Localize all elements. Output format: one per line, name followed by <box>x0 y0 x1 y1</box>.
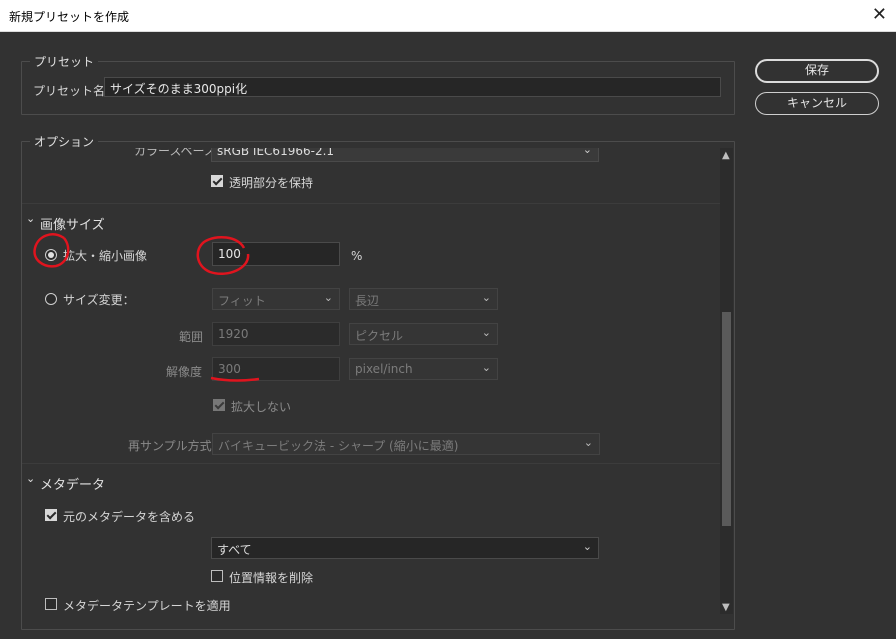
chevron-down-icon: ⌄ <box>582 540 592 553</box>
include-metadata-label: 元のメタデータを含める <box>63 510 196 524</box>
color-space-value: sRGB IEC61966-2.1 <box>217 148 335 158</box>
dont-enlarge-checkbox[interactable] <box>213 399 225 411</box>
scale-image-radio[interactable] <box>45 249 57 261</box>
range-unit-value: ピクセル <box>355 329 404 343</box>
range-unit-select[interactable]: ピクセル ⌄ <box>349 323 498 345</box>
chevron-down-icon: ⌄ <box>582 148 592 156</box>
options-scroll-area: カラースペース sRGB IEC61966-2.1 ⌄ 透明部分を保持 ⌄ 画像… <box>22 148 720 614</box>
image-size-collapse-icon[interactable]: ⌄ <box>26 212 35 225</box>
fit-select[interactable]: フィット ⌄ <box>212 288 340 310</box>
image-size-heading: 画像サイズ <box>40 218 105 233</box>
scroll-up-icon[interactable]: ▲ <box>722 150 730 161</box>
include-metadata-checkbox[interactable] <box>45 509 57 521</box>
resample-label: 再サンプル方式 <box>128 439 212 453</box>
preserve-transparency-checkbox[interactable] <box>211 175 223 187</box>
resolution-unit-value: pixel/inch <box>355 362 413 376</box>
apply-template-label: メタデータテンプレートを適用 <box>63 599 231 613</box>
remove-location-label: 位置情報を削除 <box>229 571 314 585</box>
scale-image-label: 拡大・縮小画像 <box>63 249 148 263</box>
scale-percent-input[interactable]: 100 <box>212 242 340 266</box>
preserve-transparency-label: 透明部分を保持 <box>229 176 314 190</box>
metadata-collapse-icon[interactable]: ⌄ <box>26 472 35 485</box>
preset-legend: プリセット <box>34 55 95 69</box>
chevron-down-icon: ⌄ <box>583 436 593 449</box>
scroll-down-icon[interactable]: ▼ <box>722 602 730 613</box>
scale-unit-label: % <box>351 249 363 263</box>
color-space-select[interactable]: sRGB IEC61966-2.1 ⌄ <box>211 148 599 162</box>
remove-location-checkbox[interactable] <box>211 570 223 582</box>
chevron-down-icon: ⌄ <box>481 291 491 304</box>
resample-select-value: バイキュービック法 - シャープ (縮小に最適) <box>218 439 459 453</box>
title-bar: 新規プリセットを作成 ✕ <box>0 0 896 32</box>
edge-select[interactable]: 長辺 ⌄ <box>349 288 498 310</box>
section-divider <box>22 203 720 204</box>
resample-select[interactable]: バイキュービック法 - シャープ (縮小に最適) ⌄ <box>212 433 600 455</box>
resize-radio[interactable] <box>45 293 57 305</box>
save-button[interactable]: 保存 <box>755 59 879 83</box>
metadata-heading: メタデータ <box>40 478 106 493</box>
cancel-button[interactable]: キャンセル <box>755 92 879 115</box>
metadata-scope-select[interactable]: すべて ⌄ <box>211 537 599 559</box>
range-input[interactable]: 1920 <box>212 322 340 346</box>
section-divider <box>22 463 720 464</box>
preset-name-input[interactable]: サイズそのまま300ppi化 <box>104 77 721 97</box>
resize-label: サイズ変更： <box>63 293 135 307</box>
resolution-label: 解像度 <box>166 365 203 379</box>
chevron-down-icon: ⌄ <box>481 326 491 339</box>
chevron-down-icon: ⌄ <box>481 361 491 374</box>
resolution-input[interactable]: 300 <box>212 357 340 381</box>
window-title: 新規プリセットを作成 <box>9 10 130 24</box>
dont-enlarge-label: 拡大しない <box>231 400 292 414</box>
apply-template-checkbox[interactable] <box>45 598 57 610</box>
edge-select-value: 長辺 <box>355 294 380 308</box>
color-space-label: カラースペース <box>134 148 216 158</box>
metadata-scope-value: すべて <box>217 543 252 557</box>
resolution-unit-select[interactable]: pixel/inch ⌄ <box>349 358 498 380</box>
range-label: 範囲 <box>179 330 204 344</box>
chevron-down-icon: ⌄ <box>323 291 333 304</box>
close-icon[interactable]: ✕ <box>872 4 887 25</box>
scrollbar-thumb[interactable] <box>722 312 731 526</box>
fit-select-value: フィット <box>218 294 266 308</box>
preset-name-label: プリセット名 <box>33 84 106 98</box>
